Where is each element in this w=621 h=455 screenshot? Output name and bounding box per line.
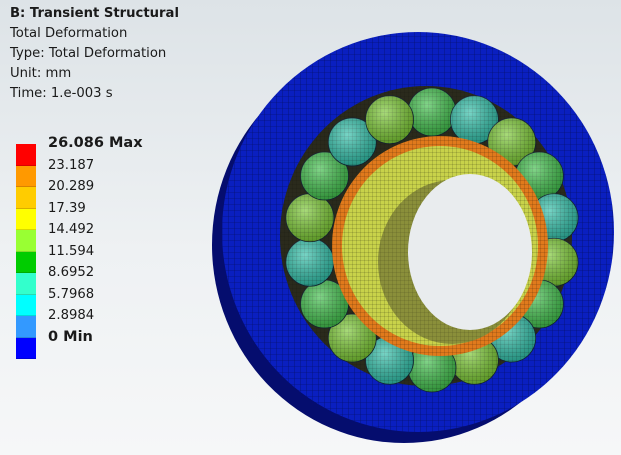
roller: [365, 95, 414, 145]
model-viewport[interactable]: [0, 0, 621, 455]
roller: [407, 87, 457, 137]
roller: [285, 193, 335, 243]
bore-opening: [408, 174, 532, 330]
roller: [285, 237, 335, 287]
